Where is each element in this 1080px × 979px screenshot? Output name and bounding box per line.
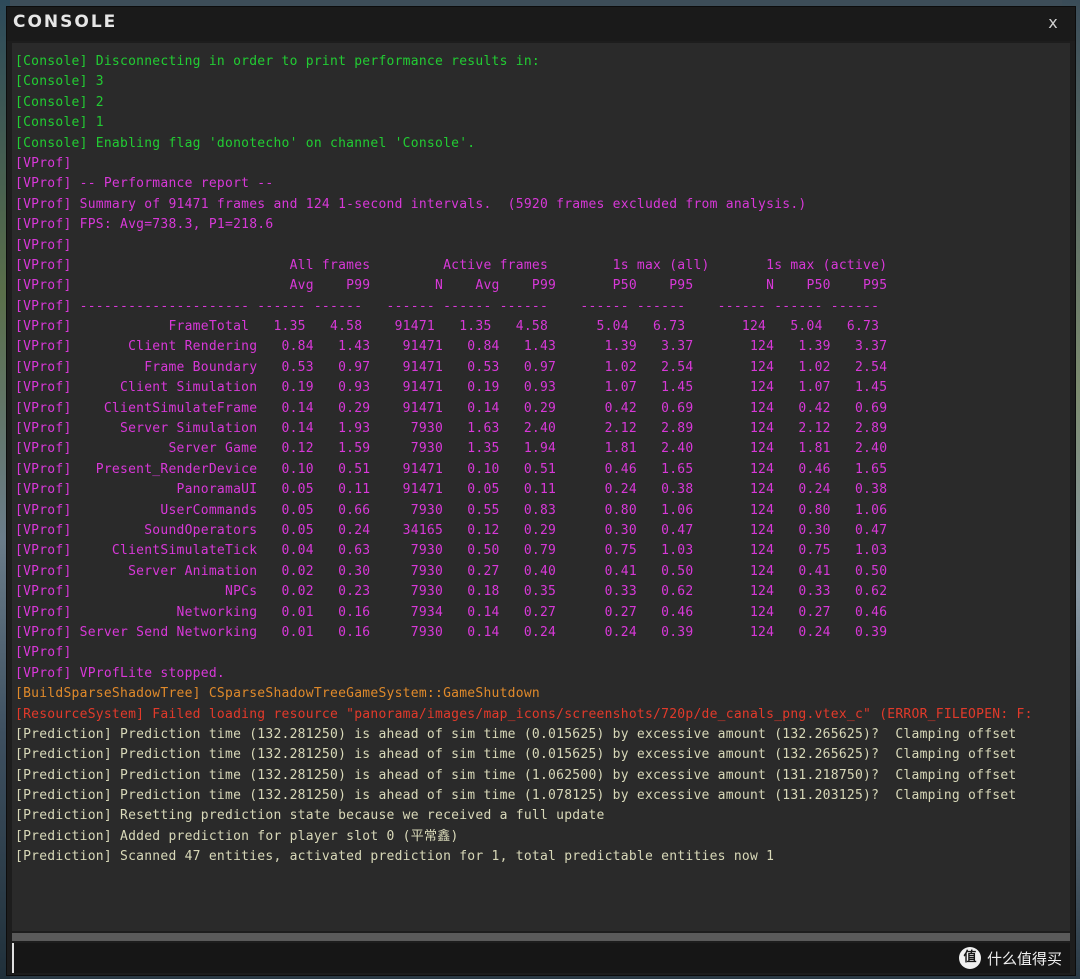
log-line-prediction: [Prediction] Added prediction for player… (15, 828, 459, 844)
log-line-vprof: [VProf] Server Animation 0.02 0.30 7930 … (15, 563, 888, 579)
close-icon[interactable]: x (1043, 13, 1063, 33)
log-line-console: [Console] 2 (15, 94, 104, 110)
watermark: 值 什么值得买 (958, 946, 1062, 970)
log-line-vprof: [VProf] ClientSimulateFrame 0.14 0.29 91… (15, 400, 888, 416)
log-line-vprof: [VProf] FrameTotal 1.35 4.58 91471 1.35 … (15, 319, 880, 335)
console-window: CONSOLE x [Console] Disconnecting in ord… (6, 6, 1076, 976)
console-input-row: 值 什么值得买 (12, 943, 1070, 973)
log-line-vprof: [VProf] Avg P99 N Avg P99 P50 P95 N P50 … (15, 278, 888, 294)
log-line-vprof: [VProf] Server Game 0.12 1.59 7930 1.35 … (15, 441, 888, 457)
log-line-vprof: [VProf] (15, 155, 72, 171)
log-line-vprof: [VProf] Present_RenderDevice 0.10 0.51 9… (15, 461, 888, 477)
log-line-console: [Console] 1 (15, 115, 104, 131)
console-titlebar[interactable]: CONSOLE x (7, 7, 1075, 41)
log-line-prediction: [Prediction] Resetting prediction state … (15, 808, 605, 824)
log-line-vprof: [VProf] SoundOperators 0.05 0.24 34165 0… (15, 522, 888, 538)
log-line-vprof: [VProf] Client Rendering 0.84 1.43 91471… (15, 339, 888, 355)
log-line-vprof: [VProf] Server Simulation 0.14 1.93 7930… (15, 421, 888, 437)
log-line-vprof: [VProf] (15, 237, 72, 253)
log-line-vprof: [VProf] All frames Active frames 1s max … (15, 257, 888, 273)
scrollbar-thumb[interactable] (12, 933, 1070, 941)
log-line-prediction: [Prediction] Prediction time (132.281250… (15, 767, 1017, 783)
log-line-vprof: [VProf] Summary of 91471 frames and 124 … (15, 196, 807, 212)
watermark-logo: 值 (958, 947, 981, 969)
log-line-vprof: [VProf] VProfLite stopped. (15, 665, 225, 681)
log-line-prediction: [Prediction] Prediction time (132.281250… (15, 788, 1017, 804)
log-line-resource: [ResourceSystem] Failed loading resource… (15, 706, 1033, 722)
log-line-vprof: [VProf] PanoramaUI 0.05 0.11 91471 0.05 … (15, 482, 888, 498)
log-line-console: [Console] Disconnecting in order to prin… (15, 54, 540, 69)
watermark-text: 什么值得买 (986, 949, 1062, 968)
log-line-prediction: [Prediction] Prediction time (132.281250… (15, 726, 1017, 742)
log-line-console: [Console] 3 (15, 74, 104, 90)
log-line-vprof: [VProf] Server Send Networking 0.01 0.16… (15, 624, 888, 640)
horizontal-scrollbar[interactable] (12, 933, 1070, 941)
log-line-vprof: [VProf] FPS: Avg=738.3, P1=218.6 (15, 217, 274, 233)
log-line-console: [Console] Enabling flag 'donotecho' on c… (15, 135, 476, 151)
log-line-build: [BuildSparseShadowTree] CSparseShadowTre… (15, 686, 540, 702)
log-line-prediction: [Prediction] Scanned 47 entities, activa… (15, 849, 775, 865)
log-line-prediction: [Prediction] Prediction time (132.281250… (15, 747, 1017, 763)
log-line-vprof: [VProf] ClientSimulateTick 0.04 0.63 793… (15, 543, 888, 559)
log-line-vprof: [VProf] UserCommands 0.05 0.66 7930 0.55… (15, 502, 888, 518)
log-line-vprof: [VProf] Networking 0.01 0.16 7934 0.14 0… (15, 604, 888, 620)
log-line-vprof: [VProf] -- Performance report -- (15, 176, 274, 192)
command-input[interactable] (12, 943, 942, 973)
log-line-vprof: [VProf] Frame Boundary 0.53 0.97 91471 0… (15, 359, 888, 375)
console-output[interactable]: [Console] Disconnecting in order to prin… (12, 43, 1070, 931)
log-line-vprof: [VProf] (15, 645, 72, 661)
log-line-vprof: [VProf] --------------------- ------ ---… (15, 298, 880, 314)
log-line-vprof: [VProf] NPCs 0.02 0.23 7930 0.18 0.35 0.… (15, 584, 888, 600)
console-log-lines: [Console] Disconnecting in order to prin… (15, 52, 1033, 868)
console-title: CONSOLE (13, 12, 118, 32)
log-line-vprof: [VProf] Client Simulation 0.19 0.93 9147… (15, 380, 888, 396)
